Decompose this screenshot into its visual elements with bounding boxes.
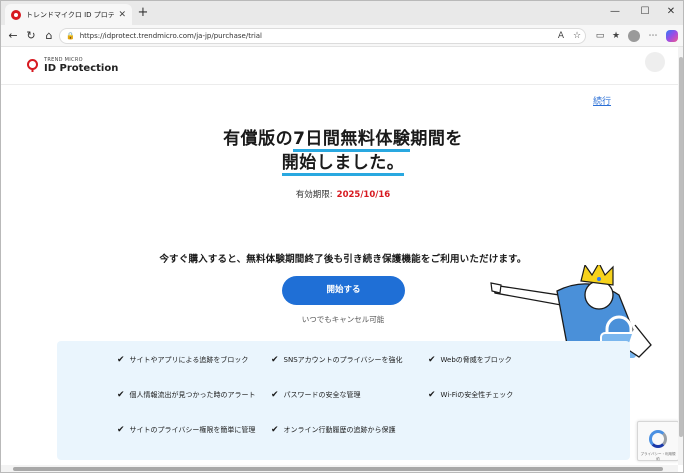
- feature-item: ✔ Wi-Fiの安全性チェック: [428, 390, 513, 400]
- feature-label: Wi-Fiの安全性チェック: [440, 391, 514, 399]
- url-text: https://idprotect.trendmicro.com/ja-jp/p…: [79, 32, 263, 40]
- favorites-icon[interactable]: ★: [609, 29, 623, 43]
- new-tab-button[interactable]: +: [135, 5, 151, 21]
- title-line-2-text: 開始しました。: [281, 153, 405, 176]
- recaptcha-badge[interactable]: プライバシー・利用規約: [637, 421, 679, 461]
- navigation-bar: ← ↻ ⌂ 🔒 https://idprotect.trendmicro.com…: [1, 25, 683, 47]
- validity-period: 有効期限: 2025/10/16: [1, 188, 683, 200]
- mascot-hand: [490, 282, 502, 294]
- feature-item: ✔ オンライン行動履歴の追跡から保護: [271, 425, 396, 435]
- read-aloud-icon[interactable]: A: [554, 29, 568, 43]
- favorite-star-icon[interactable]: ☆: [570, 29, 584, 43]
- check-icon: ✔: [117, 355, 125, 365]
- feature-label: サイトやアプリによる追跡をブロック: [129, 356, 249, 364]
- horizontal-scroll-thumb[interactable]: [13, 467, 663, 471]
- feature-label: Webの脅威をブロック: [440, 356, 512, 364]
- check-icon: ✔: [271, 425, 279, 435]
- tab-bar: トレンドマイクロ ID プロテクション ✕ + — ☐ ✕: [1, 1, 683, 25]
- split-screen-icon[interactable]: ▭: [593, 29, 607, 43]
- address-bar[interactable]: 🔒 https://idprotect.trendmicro.com/ja-jp…: [59, 28, 586, 44]
- feature-item: ✔ パスワードの安全な管理: [271, 390, 361, 400]
- tab-title: トレンドマイクロ ID プロテクション: [26, 10, 115, 19]
- check-icon: ✔: [271, 390, 279, 400]
- validity-label: 有効期限:: [295, 190, 333, 200]
- logo-product-name: ID Protection: [44, 63, 119, 74]
- feature-label: SNSアカウントのプライバシーを強化: [283, 356, 403, 364]
- check-icon: ✔: [428, 390, 436, 400]
- features-panel: ✔ サイトやアプリによる追跡をブロック ✔ SNSアカウントのプライバシーを強化 ✔…: [57, 341, 630, 460]
- check-icon: ✔: [271, 355, 279, 365]
- home-icon[interactable]: ⌂: [41, 28, 57, 44]
- page-title-line-2: 開始しました。: [1, 148, 683, 176]
- lock-icon: 🔒: [66, 32, 75, 40]
- feature-label: 個人情報流出が見つかった時のアラート: [129, 391, 256, 399]
- back-icon[interactable]: ←: [5, 28, 21, 44]
- start-button[interactable]: 開始する: [282, 276, 405, 305]
- feature-label: パスワードの安全な管理: [283, 391, 361, 399]
- maximize-icon[interactable]: ☐: [635, 5, 655, 19]
- recaptcha-text: プライバシー・利用規約: [640, 452, 676, 461]
- mascot-arm: [492, 284, 562, 306]
- validity-date: 2025/10/16: [336, 190, 391, 200]
- title-suffix: 期間を: [410, 129, 463, 149]
- feature-item: ✔ Webの脅威をブロック: [428, 355, 512, 365]
- copilot-icon[interactable]: [666, 30, 678, 42]
- more-icon[interactable]: ⋯: [646, 29, 660, 43]
- continue-link[interactable]: 続行: [593, 94, 611, 107]
- feature-label: オンライン行動履歴の追跡から保護: [283, 426, 396, 434]
- title-prefix: 有償版の: [223, 129, 294, 149]
- lead-text: 今すぐ購入すると、無料体験期間終了後も引き続き保護機能をご利用いただけます。: [159, 254, 527, 265]
- trend-micro-favicon-icon: [11, 9, 21, 20]
- feature-item: ✔ 個人情報流出が見つかった時のアラート: [117, 390, 256, 400]
- refresh-icon[interactable]: ↻: [23, 28, 39, 44]
- browser-tab[interactable]: トレンドマイクロ ID プロテクション ✕: [5, 4, 132, 25]
- trend-micro-logo-icon: [27, 59, 38, 72]
- account-avatar[interactable]: [645, 52, 665, 72]
- mascot-head: [584, 280, 614, 310]
- tab-close-icon[interactable]: ✕: [118, 10, 126, 20]
- vertical-scroll-thumb[interactable]: [679, 57, 683, 437]
- web-page: TREND MICRO ID Protection 続行 有償版の7日間無料体験…: [1, 47, 683, 472]
- site-header: TREND MICRO ID Protection: [1, 47, 683, 85]
- vertical-scrollbar[interactable]: [678, 47, 683, 465]
- close-window-icon[interactable]: ✕: [661, 5, 681, 19]
- crown-jewel: [597, 277, 601, 281]
- crown-icon: [580, 265, 614, 286]
- recaptcha-icon: [649, 430, 667, 448]
- check-icon: ✔: [117, 390, 125, 400]
- feature-item: ✔ サイトやアプリによる追跡をブロック: [117, 355, 248, 365]
- feature-label: サイトのプライバシー権限を簡単に管理: [129, 426, 256, 434]
- feature-item: ✔ SNSアカウントのプライバシーを強化: [271, 355, 403, 365]
- page-title-line-1: 有償版の7日間無料体験期間を: [1, 124, 683, 152]
- feature-item: ✔ サイトのプライバシー権限を簡単に管理: [117, 425, 255, 435]
- horizontal-scrollbar[interactable]: [1, 465, 678, 472]
- profile-icon[interactable]: [628, 30, 640, 42]
- minimize-icon[interactable]: —: [605, 5, 625, 19]
- browser-window: トレンドマイクロ ID プロテクション ✕ + — ☐ ✕ ← ↻ ⌂ 🔒 ht…: [0, 0, 684, 473]
- check-icon: ✔: [117, 425, 125, 435]
- check-icon: ✔: [428, 355, 436, 365]
